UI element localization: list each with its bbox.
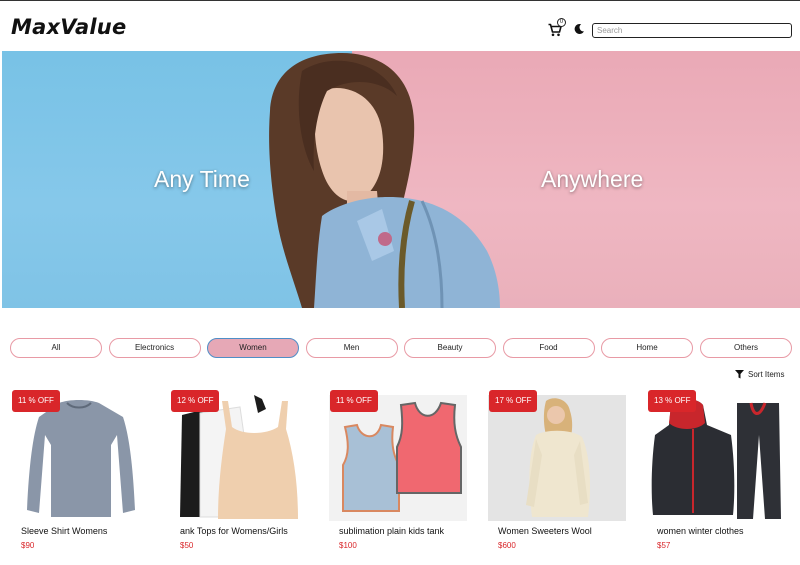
product-title: ank Tops for Womens/Girls xyxy=(180,526,288,536)
product-image xyxy=(170,395,308,521)
product-title: sublimation plain kids tank xyxy=(339,526,445,536)
moon-icon[interactable] xyxy=(573,23,585,35)
product-image xyxy=(488,395,626,521)
discount-badge: 12 % OFF xyxy=(171,390,220,412)
hero-banner: Any Time Anywhere xyxy=(2,51,800,308)
product-title: Sleeve Shirt Womens xyxy=(21,526,108,536)
product-title: women winter clothes xyxy=(657,526,744,536)
discount-badge: 11 % OFF xyxy=(12,390,60,412)
product-price: $90 xyxy=(21,541,35,550)
product-card[interactable]: 13 % OFF women winter clothes $57 xyxy=(647,390,785,555)
filter-funnel-icon xyxy=(735,370,744,379)
brand-logo[interactable]: MaxValue xyxy=(11,15,126,39)
product-image xyxy=(329,395,467,521)
hero-text-anywhere: Anywhere xyxy=(541,166,644,192)
discount-badge: 13 % OFF xyxy=(648,390,697,412)
product-card[interactable]: 11 % OFF sublimation plain kids tank $10… xyxy=(329,390,467,555)
hero-text-any-time: Any Time xyxy=(154,166,250,192)
cart-count-badge: 0 xyxy=(557,18,566,27)
discount-badge: 11 % OFF xyxy=(330,390,378,412)
filter-others[interactable]: Others xyxy=(700,338,792,358)
discount-badge: 17 % OFF xyxy=(489,390,538,412)
product-price: $100 xyxy=(339,541,357,550)
product-price: $600 xyxy=(498,541,516,550)
product-image xyxy=(647,395,785,521)
filter-home[interactable]: Home xyxy=(601,338,693,358)
cart-button[interactable]: 0 xyxy=(548,18,566,37)
product-title: Women Sweeters Wool xyxy=(498,526,592,536)
product-image xyxy=(11,395,149,521)
product-price: $50 xyxy=(180,541,194,550)
filter-all[interactable]: All xyxy=(10,338,102,358)
filter-men[interactable]: Men xyxy=(305,338,398,358)
header: MaxValue 0 xyxy=(0,1,800,51)
product-card[interactable]: 17 % OFF Women Sweeters Wool $600 xyxy=(488,390,626,555)
product-card[interactable]: 11 % OFF Sleeve Shirt Womens $90 xyxy=(11,390,149,555)
hero-model-image xyxy=(269,53,500,308)
filter-beauty[interactable]: Beauty xyxy=(404,338,496,358)
category-filters: All Electronics Women Men Beauty Food Ho… xyxy=(10,338,794,358)
product-price: $57 xyxy=(657,541,671,550)
sort-label: Sort Items xyxy=(748,370,785,379)
filter-electronics[interactable]: Electronics xyxy=(108,338,201,358)
product-card[interactable]: 12 % OFF ank Tops for Womens/Girls $50 xyxy=(170,390,308,555)
search-input[interactable] xyxy=(592,23,792,38)
filter-food[interactable]: Food xyxy=(502,338,595,358)
filter-women[interactable]: Women xyxy=(207,338,299,358)
